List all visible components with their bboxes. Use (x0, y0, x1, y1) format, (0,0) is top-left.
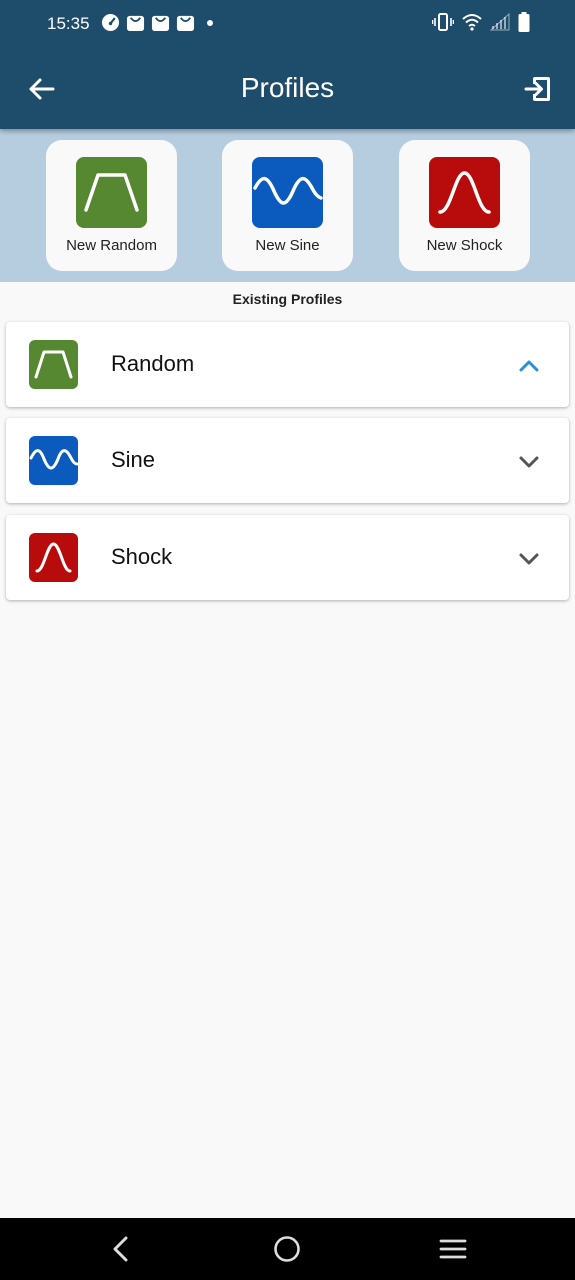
nav-back-button[interactable] (106, 1234, 136, 1264)
new-sine-label: New Sine (255, 237, 320, 254)
status-time: 15:35 (47, 14, 90, 33)
profile-row-random[interactable]: Random (6, 322, 569, 407)
exit-button[interactable] (519, 70, 557, 108)
status-left-icons (101, 13, 213, 32)
chevron-down-icon[interactable] (517, 547, 541, 571)
chevron-up-icon[interactable] (517, 354, 541, 378)
new-shock-button[interactable]: New Shock (399, 140, 530, 271)
notification-dot (207, 19, 213, 26)
new-profile-panel: New Random New Sine New Shock (0, 129, 575, 282)
sine-profile-icon (252, 157, 323, 228)
existing-profiles-heading: Existing Profiles (232, 291, 343, 307)
profile-name: Sine (111, 447, 156, 472)
wifi-icon (462, 14, 482, 31)
profile-row-shock[interactable]: Shock (6, 515, 569, 600)
battery-icon (518, 12, 530, 32)
new-random-label: New Random (66, 237, 157, 254)
speedometer-icon (101, 13, 120, 32)
exit-login-icon (524, 77, 550, 101)
profile-row-sine[interactable]: Sine (6, 418, 569, 503)
chevron-down-icon[interactable] (517, 450, 541, 474)
back-triangle-icon (113, 1236, 128, 1262)
random-profile-icon (29, 340, 78, 389)
vibrate-icon (432, 13, 454, 31)
profile-name: Random (111, 351, 195, 376)
nav-home-button[interactable] (272, 1234, 302, 1264)
profile-name: Shock (111, 544, 173, 569)
header: 15:35 Profiles (0, 0, 575, 129)
shock-profile-icon (29, 533, 78, 582)
system-nav-bar (0, 1218, 575, 1280)
page-title: Profiles (240, 72, 335, 103)
nav-recents-button[interactable] (438, 1234, 468, 1264)
new-shock-label: New Shock (426, 237, 503, 254)
shopping-bag-icon (151, 15, 170, 32)
shopping-bag-icon (126, 15, 145, 32)
cellular-signal-icon (490, 13, 510, 31)
status-right-icons (432, 12, 530, 32)
new-sine-button[interactable]: New Sine (222, 140, 353, 271)
menu-lines-icon (439, 1239, 467, 1259)
sine-profile-icon (29, 436, 79, 485)
new-random-button[interactable]: New Random (46, 140, 177, 271)
home-circle-icon (274, 1236, 300, 1262)
shopping-bag-icon (176, 15, 195, 32)
shock-profile-icon (429, 157, 500, 228)
random-profile-icon (76, 157, 147, 228)
app-bar: Profiles (0, 48, 575, 129)
status-bar: 15:35 (0, 0, 575, 48)
